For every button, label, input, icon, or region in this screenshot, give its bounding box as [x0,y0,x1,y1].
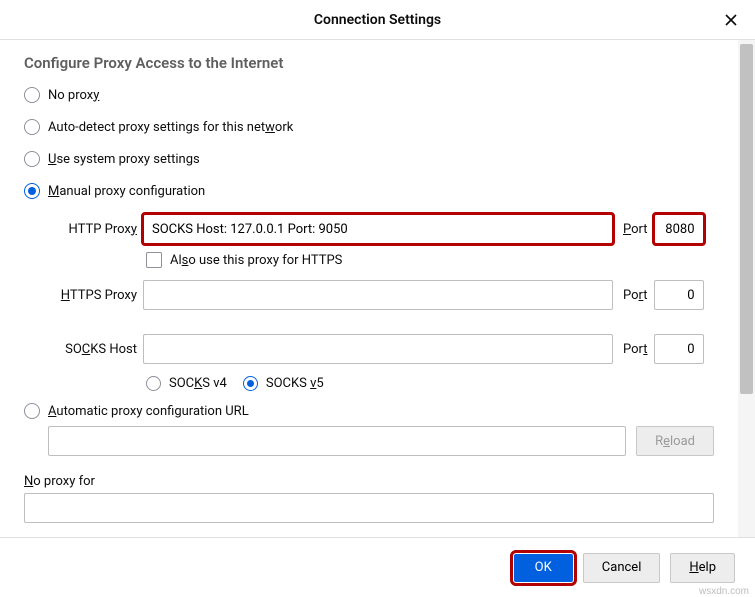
option-label: Manual proxy configuration [48,184,205,199]
http-proxy-row: HTTP Proxy Port [48,214,714,244]
http-port-label: Port [623,222,648,237]
scrollbar-thumb[interactable] [740,44,753,394]
https-port-input[interactable] [654,280,704,310]
socks-port-label: Port [623,342,648,357]
auto-config-url-input[interactable] [48,426,626,456]
radio-icon[interactable] [24,87,40,103]
also-https-label: Also use this proxy for HTTPS [170,253,342,268]
option-label: No proxy [48,88,99,103]
cancel-button[interactable]: Cancel [583,553,661,583]
http-proxy-input[interactable] [143,214,613,244]
https-proxy-label: HTTPS Proxy [48,288,143,303]
no-proxy-for-label: No proxy for [24,474,714,489]
option-use-system[interactable]: Use system proxy settings [24,150,714,168]
socks-host-label: SOCKS Host [48,342,143,357]
help-button[interactable]: Help [670,553,735,583]
watermark: wsxdn.com [699,586,749,597]
vertical-scrollbar[interactable] [738,40,755,537]
dialog-title: Connection Settings [314,12,441,28]
settings-body: Configure Proxy Access to the Internet N… [0,40,738,537]
radio-icon[interactable] [24,183,40,199]
auto-config-url-row: Reload [48,426,714,456]
radio-icon[interactable] [146,376,161,391]
socks-host-input[interactable] [143,334,613,364]
http-port-input[interactable] [654,214,704,244]
socks-v4-option[interactable]: SOCKS v4 [146,374,227,392]
https-proxy-row: HTTPS Proxy Port [48,280,714,310]
option-auto-config-url[interactable]: Automatic proxy configuration URL [24,402,714,420]
http-proxy-label: HTTP Proxy [48,222,143,237]
checkbox-icon[interactable] [146,252,162,268]
socks-version-group: SOCKS v4 SOCKS v5 [146,374,714,392]
also-https-row[interactable]: Also use this proxy for HTTPS [146,252,714,268]
option-label: Use system proxy settings [48,152,200,167]
option-no-proxy[interactable]: No proxy [24,86,714,104]
option-auto-detect[interactable]: Auto-detect proxy settings for this netw… [24,118,714,136]
section-heading: Configure Proxy Access to the Internet [24,54,714,72]
https-proxy-input[interactable] [143,280,613,310]
socks-port-input[interactable] [654,334,704,364]
socks-v5-option[interactable]: SOCKS v5 [243,374,324,392]
socks-host-row: SOCKS Host Port [48,334,714,364]
radio-icon[interactable] [243,376,258,391]
title-bar: Connection Settings [0,0,755,40]
dialog-footer: OK Cancel Help [0,537,755,597]
ok-button[interactable]: OK [514,554,573,582]
option-manual-proxy[interactable]: Manual proxy configuration [24,182,714,200]
radio-icon[interactable] [24,119,40,135]
socks-v4-label: SOCKS v4 [169,376,227,391]
radio-icon[interactable] [24,151,40,167]
no-proxy-for-input[interactable] [24,493,714,523]
option-label: Automatic proxy configuration URL [48,404,249,419]
close-icon[interactable] [721,10,741,30]
option-label: Auto-detect proxy settings for this netw… [48,120,293,135]
reload-button: Reload [636,426,714,456]
radio-icon[interactable] [24,403,40,419]
https-port-label: Port [623,288,648,303]
socks-v5-label: SOCKS v5 [266,376,324,391]
